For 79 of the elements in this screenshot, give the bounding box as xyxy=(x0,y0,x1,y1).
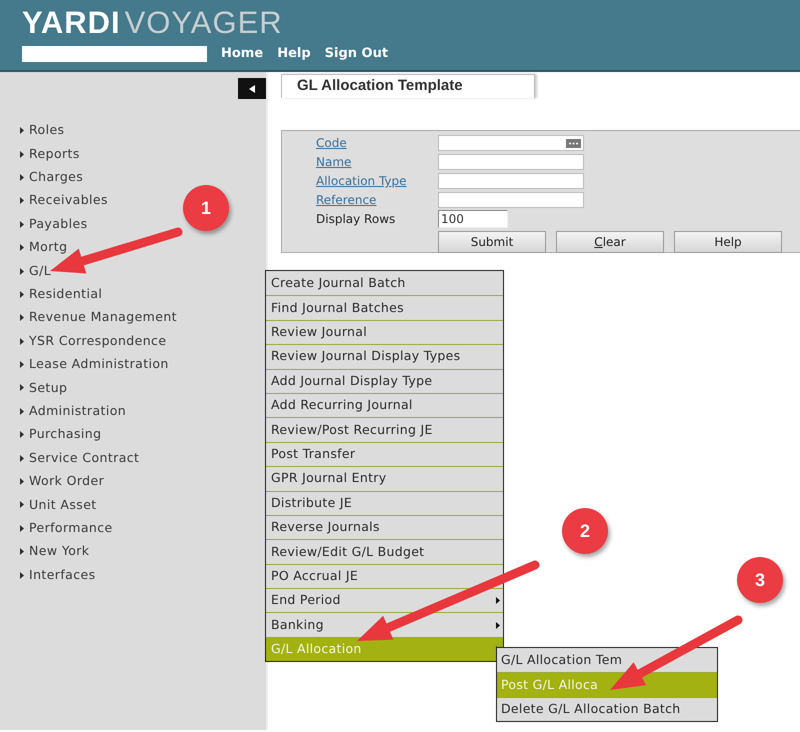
sidebar-item[interactable]: Charges xyxy=(29,168,84,187)
right-triangle-icon xyxy=(20,361,24,368)
sidebar-item[interactable]: Roles xyxy=(29,121,64,140)
right-triangle-icon xyxy=(20,290,24,298)
sidebar-item[interactable]: Reports xyxy=(29,144,80,164)
right-triangle-icon xyxy=(20,150,24,158)
sidebar-item[interactable]: G/L xyxy=(29,262,52,280)
sidebar-item[interactable]: Purchasing xyxy=(29,425,102,444)
menu-item[interactable]: PO Accrual JE xyxy=(266,564,503,588)
right-triangle-icon xyxy=(20,524,24,532)
right-triangle-icon xyxy=(20,454,24,462)
right-triangle-icon xyxy=(20,501,24,508)
tab[interactable]: GL Allocation Template xyxy=(281,74,535,98)
callout-badge: 2 xyxy=(562,508,608,554)
input-field[interactable] xyxy=(438,154,584,170)
nav-link[interactable]: Home xyxy=(221,44,264,64)
search-field[interactable] xyxy=(22,46,207,62)
input-field[interactable] xyxy=(438,173,584,189)
nav-link[interactable]: Help xyxy=(277,44,311,64)
form-button[interactable]: Submit xyxy=(438,231,546,253)
field-link[interactable]: Code xyxy=(316,134,438,152)
callout-badge: 3 xyxy=(737,557,783,603)
menu-item[interactable]: Distribute JE xyxy=(266,490,503,515)
sidebar-item[interactable]: Payables xyxy=(29,214,88,234)
menu-item[interactable]: End Period xyxy=(266,588,503,612)
field-link[interactable]: Name xyxy=(316,153,438,171)
field-link[interactable]: Reference xyxy=(316,191,438,209)
menu-item[interactable]: Find Journal Batches xyxy=(266,295,503,320)
menu-item[interactable]: Review Journal xyxy=(266,320,503,344)
menu-item[interactable]: Add Journal Display Type xyxy=(266,368,503,393)
form-button[interactable]: Help xyxy=(674,231,782,253)
right-triangle-icon xyxy=(20,127,24,134)
sidebar-item[interactable]: Mortg xyxy=(29,238,68,258)
sidebar-item[interactable]: Work Order xyxy=(29,472,104,491)
sidebar-item[interactable]: Residential xyxy=(29,285,102,304)
sidebar-item[interactable]: Revenue Management xyxy=(29,308,177,328)
sidebar-item[interactable]: YSR Correspondence xyxy=(29,332,166,351)
input-field[interactable] xyxy=(438,192,584,208)
right-triangle-icon xyxy=(20,572,24,579)
right-triangle-icon xyxy=(20,431,24,438)
input-field[interactable]: 100 xyxy=(438,210,508,228)
sidebar-item[interactable]: Unit Asset xyxy=(29,496,97,514)
menu-item[interactable]: GPR Journal Entry xyxy=(266,466,503,491)
right-triangle-icon xyxy=(20,197,24,204)
right-triangle-icon xyxy=(20,314,24,322)
nav-link[interactable]: Sign Out xyxy=(324,44,388,64)
right-triangle-icon xyxy=(20,384,24,392)
menu-item[interactable]: Add Recurring Journal xyxy=(266,392,503,418)
right-triangle-icon xyxy=(20,548,24,556)
menu-item[interactable]: Reverse Journals xyxy=(266,514,503,540)
field-label: Display Rows xyxy=(316,211,396,228)
sidebar-item[interactable]: Setup xyxy=(29,378,68,398)
menu-item[interactable]: Review/Edit G/L Budget xyxy=(266,539,503,564)
sidebar-item[interactable]: Performance xyxy=(29,518,113,538)
sidebar-item[interactable]: Interfaces xyxy=(29,566,96,584)
right-triangle-icon xyxy=(20,268,24,275)
logo: YARDI VOYAGER xyxy=(22,7,283,38)
form-button[interactable]: Clear xyxy=(556,231,664,253)
left-triangle-icon xyxy=(249,84,255,92)
sidebar-item[interactable]: Receivables xyxy=(29,191,108,210)
menu-item[interactable]: Review Journal Display Types xyxy=(266,344,503,369)
right-triangle-icon xyxy=(20,244,24,252)
lookup-field[interactable] xyxy=(438,135,584,151)
right-triangle-icon xyxy=(20,220,24,228)
sidebar-item[interactable]: New York xyxy=(29,542,90,562)
right-triangle-icon xyxy=(20,338,24,345)
collapse-button[interactable] xyxy=(238,78,266,99)
sidebar-item[interactable]: Lease Administration xyxy=(29,355,169,374)
right-triangle-icon xyxy=(20,408,24,415)
menu-item[interactable]: Post Transfer xyxy=(266,442,503,466)
sidebar-item[interactable]: Administration xyxy=(29,402,126,421)
ellipsis-icon xyxy=(566,138,581,148)
sidebar-item[interactable]: Service Contract xyxy=(29,448,140,468)
menu-item[interactable]: Delete G/L Allocation Batch xyxy=(497,696,717,722)
menu-item[interactable]: Review/Post Recurring JE xyxy=(266,417,503,442)
right-triangle-icon xyxy=(20,478,24,486)
menu-item[interactable]: Create Journal Batch xyxy=(266,271,503,296)
field-link[interactable]: Allocation Type xyxy=(316,172,438,190)
right-triangle-icon xyxy=(20,174,24,181)
